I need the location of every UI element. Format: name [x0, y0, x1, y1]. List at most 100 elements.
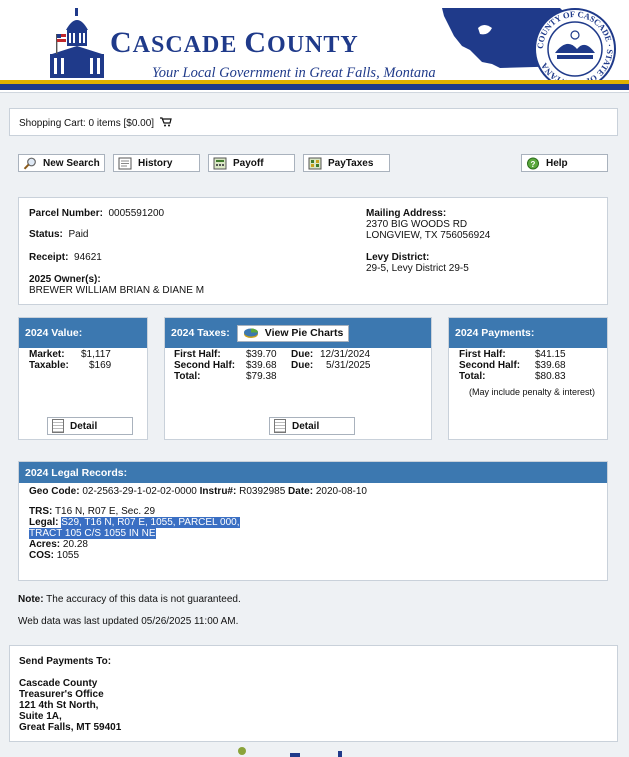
magnifier-icon: [23, 157, 36, 169]
mailing-address-label: Mailing Address:: [366, 208, 447, 219]
parcel-number-value: 0005591200: [108, 208, 165, 219]
payee-line1: Cascade County: [19, 678, 98, 689]
parcel-info-box: Parcel Number: 0005591200 Status: Paid R…: [18, 197, 608, 305]
taxable-label: Taxable:: [29, 360, 69, 371]
tax-total-value: $79.38: [246, 371, 277, 382]
first-half-label: First Half:: [174, 349, 221, 360]
value-detail-label: Detail: [70, 420, 98, 432]
paid-second-half-value: $39.68: [535, 360, 566, 371]
parcel-number-row: Parcel Number: 0005591200: [29, 208, 165, 219]
payoff-label: Payoff: [233, 157, 264, 169]
payments-panel: 2024 Payments: First Half: $41.15 Second…: [448, 317, 608, 440]
penalty-note: (May include penalty & interest): [469, 387, 596, 397]
owners-label: 2025 Owner(s):: [29, 274, 101, 285]
accuracy-note: Note: The accuracy of this data is not g…: [18, 594, 241, 605]
shopping-cart-icon[interactable]: [159, 117, 172, 127]
payee-line4: Suite 1A,: [19, 711, 62, 722]
taxes-detail-button[interactable]: Detail: [269, 417, 355, 435]
taxes-panel-header: 2024 Taxes: View Pie Charts: [165, 318, 431, 348]
receipt-value: 94621: [74, 252, 102, 263]
value-panel: 2024 Value: Market: $1,117 Taxable: $169…: [18, 317, 148, 440]
tax-total-label: Total:: [174, 371, 201, 382]
main-content: Shopping Cart: 0 items [$0.00] New Searc…: [0, 92, 629, 757]
second-due-label: Due:: [291, 360, 314, 371]
receipt-row: Receipt: 94621: [29, 252, 102, 263]
pay-taxes-button[interactable]: PayTaxes: [303, 154, 390, 172]
market-value: $1,117: [81, 349, 111, 360]
legal-records-title: 2024 Legal Records:: [19, 462, 607, 483]
payoff-button[interactable]: Payoff: [208, 154, 295, 172]
mailing-address-line2: LONGVIEW, TX 756056924: [366, 230, 491, 241]
county-seal-logo: COUNTY OF CASCADE · STATE OF MONTANA: [534, 8, 616, 90]
second-due-value: 5/31/2025: [326, 360, 371, 371]
trs-row: TRS: T16 N, R07 E, Sec. 29: [29, 506, 156, 517]
trs-value: T16 N, R07 E, Sec. 29: [54, 506, 156, 517]
history-button[interactable]: History: [113, 154, 200, 172]
site-header: CASCADE COUNTY Your Local Government in …: [0, 0, 629, 92]
footer-logo-partial: [238, 747, 342, 757]
value-detail-button[interactable]: Detail: [47, 417, 133, 435]
taxes-panel: 2024 Taxes: View Pie Charts First Half: …: [164, 317, 432, 440]
second-half-value: $39.68: [246, 360, 277, 371]
levy-district-value: 29-5, Levy District 29-5: [366, 263, 469, 274]
paid-total-value: $80.83: [535, 371, 566, 382]
owners-value: BREWER WILLIAM BRIAN & DIANE M: [29, 285, 205, 296]
cos-row: COS: 1055: [29, 550, 80, 561]
payee-line2: Treasurer's Office: [19, 689, 104, 700]
last-updated-note: Web data was last updated 05/26/2025 11:…: [18, 616, 239, 627]
help-button[interactable]: ? Help: [521, 154, 608, 172]
document-icon: [52, 419, 64, 433]
mailing-address-line1: 2370 BIG WOODS RD: [366, 219, 468, 230]
history-icon: [118, 157, 132, 169]
legal-records-panel: 2024 Legal Records: Geo Code: 02-2563-29…: [18, 461, 608, 581]
taxes-detail-label: Detail: [292, 420, 320, 432]
new-search-label: New Search: [43, 157, 100, 169]
send-payments-box: Send Payments To: Cascade County Treasur…: [9, 645, 618, 742]
paid-first-half-value: $41.15: [535, 349, 566, 360]
view-pie-charts-label: View Pie Charts: [264, 327, 344, 339]
view-pie-charts-button[interactable]: View Pie Charts: [236, 324, 350, 342]
levy-district-label: Levy District:: [366, 252, 430, 263]
payee-line3: 121 4th St North,: [19, 700, 99, 711]
paid-total-label: Total:: [459, 371, 486, 382]
legal-description-line1: S29, T16 N, R07 E, 1055, PARCEL 000,: [61, 517, 240, 528]
acres-value: 20.28: [62, 539, 88, 550]
market-label: Market:: [29, 349, 65, 360]
shopping-cart-label[interactable]: Shopping Cart: 0 items [$0.00]: [19, 118, 154, 129]
svg-text:?: ?: [531, 160, 536, 169]
capitol-building-logo: [50, 8, 104, 78]
taxable-value: $169: [89, 360, 112, 371]
paid-second-half-label: Second Half:: [459, 360, 521, 371]
site-title: CASCADE COUNTY: [110, 26, 359, 59]
paid-first-half-label: First Half:: [459, 349, 506, 360]
legal-description-row: Legal: S29, T16 N, R07 E, 1055, PARCEL 0…: [29, 517, 240, 528]
payee-line5: Great Falls, MT 59401: [19, 722, 122, 733]
payments-panel-title: 2024 Payments:: [449, 318, 607, 348]
status-row: Status: Paid: [29, 229, 89, 240]
geo-code-row: Geo Code: 02-2563-29-1-02-02-0000 Instru…: [29, 486, 367, 497]
pay-taxes-icon: [308, 157, 322, 169]
send-payments-title: Send Payments To:: [19, 656, 112, 667]
status-value: Paid: [68, 229, 89, 240]
legal-description-line2-row: TRACT 105 C/S 1055 IN NE: [29, 528, 156, 539]
first-half-value: $39.70: [246, 349, 277, 360]
acres-row: Acres: 20.28: [29, 539, 88, 550]
cos-value: 1055: [56, 550, 80, 561]
pay-taxes-label: PayTaxes: [328, 157, 374, 169]
history-label: History: [138, 157, 173, 169]
first-due-value: 12/31/2024: [320, 349, 371, 360]
new-search-button[interactable]: New Search: [18, 154, 105, 172]
record-date-value: 2020-08-10: [315, 486, 367, 497]
shopping-cart-bar[interactable]: Shopping Cart: 0 items [$0.00]: [9, 108, 618, 136]
value-panel-title: 2024 Value:: [19, 318, 147, 348]
geo-code-value: 02-2563-29-1-02-02-0000: [82, 486, 197, 497]
help-icon: ?: [527, 157, 539, 169]
calculator-icon: [213, 157, 227, 169]
first-due-label: Due:: [291, 349, 314, 360]
document-icon: [274, 419, 286, 433]
help-label: Help: [546, 157, 568, 169]
second-half-label: Second Half:: [174, 360, 236, 371]
instrument-number-value: R0392985: [239, 486, 286, 497]
pie-chart-icon: [243, 328, 258, 338]
legal-description-line2: TRACT 105 C/S 1055 IN NE: [29, 528, 156, 539]
